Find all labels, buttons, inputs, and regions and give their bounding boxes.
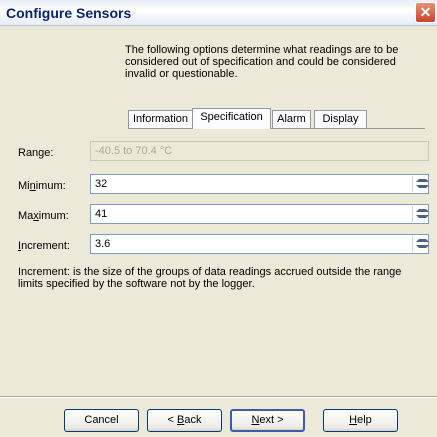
spin-down-icon[interactable] <box>416 245 429 248</box>
range-field: -40.5 to 70.4 °C <box>90 141 429 161</box>
minimum-input[interactable]: 32 <box>90 174 429 194</box>
spin-up-icon[interactable] <box>416 239 429 242</box>
tab-display[interactable]: Display <box>314 110 367 128</box>
spin-up-icon[interactable] <box>416 209 429 212</box>
title-bar: Configure Sensors ✕ <box>0 0 437 26</box>
tab-divider <box>128 128 425 129</box>
maximum-value: 41 <box>95 208 108 220</box>
intro-text: The following options determine what rea… <box>125 44 399 80</box>
cancel-button[interactable]: Cancel <box>64 409 139 432</box>
next-button[interactable]: Next > <box>230 409 305 432</box>
tab-information[interactable]: Information <box>128 110 193 128</box>
window-title: Configure Sensors <box>6 5 132 21</box>
range-label: Range: <box>18 147 54 159</box>
maximum-spinner[interactable] <box>412 206 429 222</box>
minimum-spinner[interactable] <box>412 176 429 192</box>
increment-input[interactable]: 3.6 <box>90 234 429 254</box>
tab-specification[interactable]: Specification <box>192 108 271 129</box>
minimum-value: 32 <box>95 178 108 190</box>
button-separator <box>0 396 437 398</box>
increment-value: 3.6 <box>95 238 111 250</box>
range-value: -40.5 to 70.4 °C <box>95 145 173 157</box>
maximum-label: Maximum: <box>18 210 69 222</box>
maximum-input[interactable]: 41 <box>90 204 429 224</box>
spin-down-icon[interactable] <box>416 185 429 188</box>
increment-label: Increment: <box>18 240 70 252</box>
minimum-label: Minimum: <box>18 180 66 192</box>
increment-spinner[interactable] <box>412 236 429 252</box>
close-icon: ✕ <box>419 4 432 20</box>
help-button[interactable]: Help <box>323 409 398 432</box>
spin-down-icon[interactable] <box>416 215 429 218</box>
increment-note: Increment: is the size of the groups of … <box>18 266 402 290</box>
tab-alarm[interactable]: Alarm <box>272 110 311 128</box>
close-button[interactable]: ✕ <box>415 2 436 23</box>
back-button[interactable]: < Back <box>147 409 222 432</box>
spin-up-icon[interactable] <box>416 179 429 182</box>
